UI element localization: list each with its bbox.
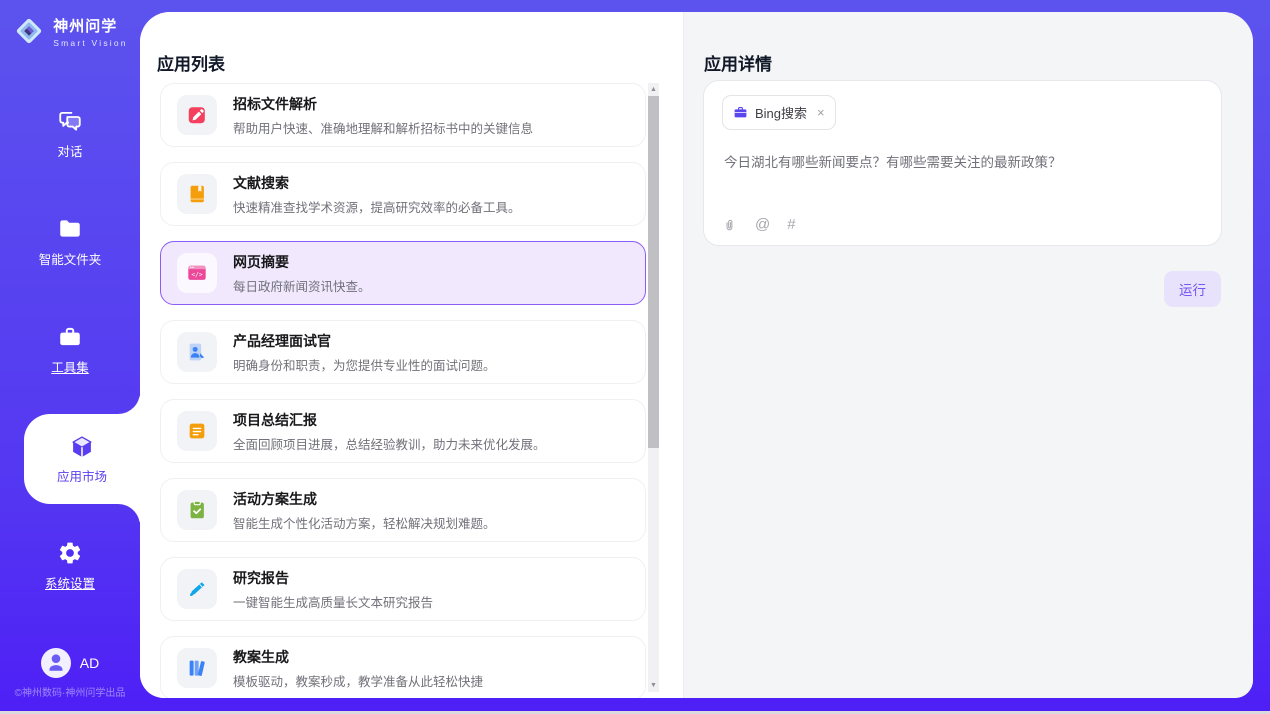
sidebar-item-label: 系统设置 — [45, 573, 95, 592]
app-icon-tile: </> — [177, 253, 217, 293]
app-icon-tile — [177, 332, 217, 372]
app-card-description: 明确身份和职责，为您提供专业性的面试问题。 — [233, 355, 496, 374]
user-name: AD — [80, 655, 99, 671]
browser-code-icon: </> — [186, 262, 208, 284]
app-card-description: 快速精准查找学术资源，提高研究效率的必备工具。 — [233, 197, 521, 216]
sidebar-item-label: 应用市场 — [57, 466, 107, 485]
run-button[interactable]: 运行 — [1164, 271, 1221, 307]
mention-icon[interactable]: @ — [755, 216, 770, 233]
gear-icon — [57, 540, 83, 566]
brand-diamond-icon — [12, 14, 46, 48]
paperclip-icon[interactable] — [722, 217, 738, 233]
app-icon-tile — [177, 490, 217, 530]
brand-subtitle: Smart Vision — [53, 38, 127, 48]
app-card-description: 全面回顾项目进展，总结经验教训，助力未来优化发展。 — [233, 434, 546, 453]
prompt-toolbar: @ # — [722, 216, 796, 233]
brand-logo: 神州问学 Smart Vision — [0, 14, 140, 48]
clipboard-check-icon — [186, 499, 208, 521]
sidebar-item-label: 对话 — [57, 141, 82, 160]
scrollbar-thumb[interactable] — [648, 96, 659, 448]
book-icon — [186, 183, 208, 205]
app-card-description: 每日政府新闻资讯快查。 — [233, 276, 371, 295]
user-account[interactable]: AD — [0, 648, 140, 678]
sidebar-item-toolset[interactable]: 工具集 — [0, 324, 140, 376]
app-icon-tile — [177, 411, 217, 451]
app-detail-panel: 应用详情 Bing搜索 × 今日湖北有哪些新闻要点？有哪些需要关注的最新政策？ … — [683, 12, 1253, 698]
scroll-down-arrow[interactable]: ▼ — [648, 682, 659, 689]
app-card-name: 产品经理面试官 — [233, 331, 496, 351]
app-card[interactable]: 研究报告 一键智能生成高质量长文本研究报告 — [160, 557, 646, 621]
app-list: 招标文件解析 帮助用户快速、准确地理解和解析招标书中的关键信息 文献搜索 快速精… — [160, 83, 646, 698]
scroll-up-arrow[interactable]: ▲ — [648, 86, 659, 93]
hash-icon[interactable]: # — [787, 216, 795, 233]
edit-square-icon — [186, 104, 208, 126]
app-card-name: 文献搜索 — [233, 173, 521, 193]
sidebar-item-settings[interactable]: 系统设置 — [0, 540, 140, 592]
brand-name: 神州问学 — [53, 15, 127, 36]
app-icon-tile — [177, 95, 217, 135]
app-card[interactable]: 活动方案生成 智能生成个性化活动方案，轻松解决规划难题。 — [160, 478, 646, 542]
sidebar: 神州问学 Smart Vision 对话 智能文件夹 工具集 应用市场 系统设置… — [0, 0, 140, 714]
app-card-description: 智能生成个性化活动方案，轻松解决规划难题。 — [233, 513, 496, 532]
app-card[interactable]: 产品经理面试官 明确身份和职责，为您提供专业性的面试问题。 — [160, 320, 646, 384]
app-card-description: 帮助用户快速、准确地理解和解析招标书中的关键信息 — [233, 118, 533, 137]
app-card-name: 教案生成 — [233, 647, 483, 667]
note-icon — [186, 420, 208, 442]
app-detail-title: 应用详情 — [704, 50, 772, 75]
books-icon — [186, 657, 208, 679]
app-list-panel: 应用列表 招标文件解析 帮助用户快速、准确地理解和解析招标书中的关键信息 文献搜… — [140, 12, 683, 698]
tool-tag-label: Bing搜索 — [755, 103, 807, 122]
sidebar-item-chat[interactable]: 对话 — [0, 108, 140, 160]
tool-tag-bing-search[interactable]: Bing搜索 × — [722, 95, 836, 130]
app-card-name: 活动方案生成 — [233, 489, 496, 509]
scrollbar[interactable]: ▲ ▼ — [648, 83, 659, 692]
app-card[interactable]: </> 网页摘要 每日政府新闻资讯快查。 — [160, 241, 646, 305]
app-card-description: 一键智能生成高质量长文本研究报告 — [233, 592, 433, 611]
app-card-name: 招标文件解析 — [233, 94, 533, 114]
sidebar-item-smart-folder[interactable]: 智能文件夹 — [0, 216, 140, 268]
app-icon-tile — [177, 569, 217, 609]
app-card-name: 项目总结汇报 — [233, 410, 546, 430]
app-list-title: 应用列表 — [157, 50, 225, 75]
sidebar-item-label: 工具集 — [51, 357, 89, 376]
app-icon-tile — [177, 648, 217, 688]
app-card[interactable]: 教案生成 模板驱动，教案秒成，教学准备从此轻松快捷 — [160, 636, 646, 698]
pen-icon — [186, 578, 208, 600]
app-card[interactable]: 招标文件解析 帮助用户快速、准确地理解和解析招标书中的关键信息 — [160, 83, 646, 147]
close-icon[interactable]: × — [817, 105, 825, 120]
prompt-text[interactable]: 今日湖北有哪些新闻要点？有哪些需要关注的最新政策？ — [724, 153, 1201, 173]
interview-icon — [186, 341, 208, 363]
app-card-name: 研究报告 — [233, 568, 433, 588]
app-card[interactable]: 文献搜索 快速精准查找学术资源，提高研究效率的必备工具。 — [160, 162, 646, 226]
copyright-footer: ©神州数码·神州问学出品 — [0, 684, 140, 699]
avatar — [41, 648, 71, 678]
sidebar-item-app-market-active[interactable]: 应用市场 — [24, 414, 140, 504]
app-card-description: 模板驱动，教案秒成，教学准备从此轻松快捷 — [233, 671, 483, 690]
sidebar-item-label: 智能文件夹 — [39, 249, 102, 268]
folder-icon — [57, 216, 83, 242]
chat-icon — [57, 108, 83, 134]
app-card[interactable]: 项目总结汇报 全面回顾项目进展，总结经验教训，助力未来优化发展。 — [160, 399, 646, 463]
app-card-name: 网页摘要 — [233, 252, 371, 272]
person-icon — [43, 650, 69, 676]
svg-text:</>: </> — [191, 271, 202, 278]
briefcase-icon — [733, 105, 748, 120]
prompt-card[interactable]: Bing搜索 × 今日湖北有哪些新闻要点？有哪些需要关注的最新政策？ @ # — [703, 80, 1222, 246]
app-icon-tile — [177, 174, 217, 214]
toolbox-icon — [57, 324, 83, 350]
main-content: 应用列表 招标文件解析 帮助用户快速、准确地理解和解析招标书中的关键信息 文献搜… — [140, 12, 1253, 698]
cube-icon — [69, 434, 95, 460]
